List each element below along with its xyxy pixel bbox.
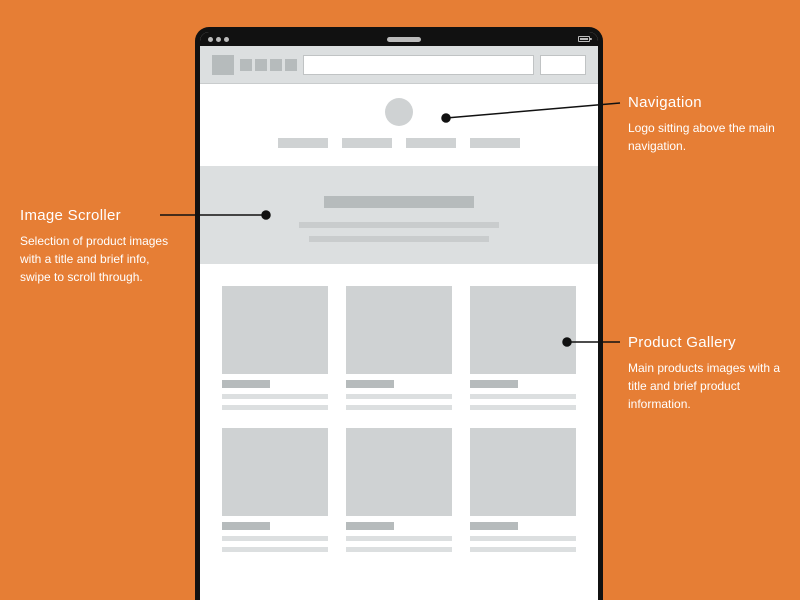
status-bar [200,32,598,46]
annotation-title: Product Gallery [628,332,788,355]
product-text-placeholder [346,405,452,410]
product-text-placeholder [470,405,576,410]
product-title-placeholder [222,380,270,388]
image-scroller[interactable] [200,166,598,264]
annotation-body: Selection of product images with a title… [20,232,180,286]
toolbar-button-group [240,59,297,71]
product-image-placeholder [470,428,576,516]
product-text-placeholder [346,536,452,541]
product-card[interactable] [470,286,576,410]
product-text-placeholder [222,536,328,541]
nav-link-placeholder[interactable] [470,138,520,148]
product-text-placeholder [470,394,576,399]
signal-dot-icon [208,37,213,42]
address-bar[interactable] [303,55,534,75]
toolbar-action-button[interactable] [540,55,586,75]
navigation-section [200,84,598,166]
device-frame [195,27,603,600]
nav-link-placeholder[interactable] [342,138,392,148]
product-text-placeholder [222,547,328,552]
toolbar-button-placeholder[interactable] [255,59,267,71]
product-image-placeholder [470,286,576,374]
product-card[interactable] [470,428,576,552]
status-speaker-icon [387,37,421,42]
annotation-body: Main products images with a title and br… [628,359,788,413]
product-image-placeholder [222,286,328,374]
nav-link-placeholder[interactable] [278,138,328,148]
browser-toolbar [200,46,598,84]
product-text-placeholder [222,394,328,399]
product-card[interactable] [222,428,328,552]
product-title-placeholder [346,380,394,388]
product-title-placeholder [470,522,518,530]
annotation-title: Image Scroller [20,205,180,228]
status-signal [208,37,229,42]
annotation-gallery: Product Gallery Main products images wit… [628,332,788,413]
product-gallery [200,264,598,552]
product-card[interactable] [346,286,452,410]
logo-placeholder[interactable] [385,98,413,126]
product-image-placeholder [346,428,452,516]
toolbar-button-placeholder[interactable] [285,59,297,71]
product-text-placeholder [346,394,452,399]
main-nav [200,138,598,148]
signal-dot-icon [216,37,221,42]
toolbar-button-placeholder[interactable] [270,59,282,71]
product-image-placeholder [222,428,328,516]
product-text-placeholder [470,536,576,541]
product-card[interactable] [346,428,452,552]
product-text-placeholder [470,547,576,552]
signal-dot-icon [224,37,229,42]
scroller-text-placeholder [299,222,499,228]
annotation-navigation: Navigation Logo sitting above the main n… [628,92,788,155]
annotation-scroller: Image Scroller Selection of product imag… [20,205,180,286]
battery-icon [578,36,590,42]
product-title-placeholder [346,522,394,530]
scroller-title-placeholder [324,196,474,208]
annotation-body: Logo sitting above the main navigation. [628,119,788,155]
toolbar-button-placeholder[interactable] [212,55,234,75]
product-card[interactable] [222,286,328,410]
product-text-placeholder [222,405,328,410]
product-text-placeholder [346,547,452,552]
product-title-placeholder [222,522,270,530]
toolbar-button-placeholder[interactable] [240,59,252,71]
scroller-text-placeholder [309,236,489,242]
product-title-placeholder [470,380,518,388]
annotation-title: Navigation [628,92,788,115]
nav-link-placeholder[interactable] [406,138,456,148]
product-image-placeholder [346,286,452,374]
